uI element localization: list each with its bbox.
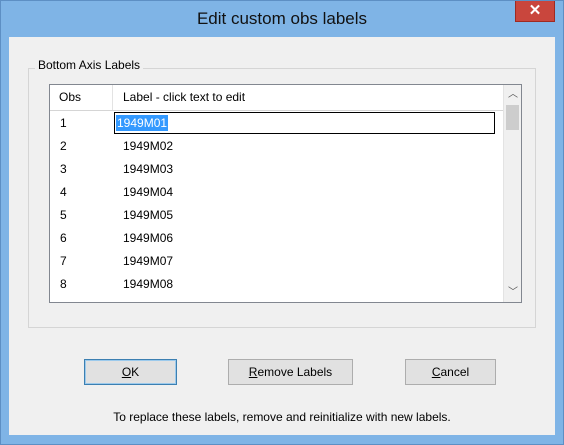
column-header-label[interactable]: Label - click text to edit [123, 90, 245, 104]
instruction-text: To replace these labels, remove and rein… [113, 410, 451, 424]
table-row[interactable]: 4 1949M04 [50, 181, 503, 204]
remove-label: emove Labels [257, 365, 333, 379]
label-cell[interactable]: 1949M07 [123, 250, 173, 273]
dialog-title: Edit custom obs labels [196, 9, 368, 28]
column-header-obs[interactable]: Obs [59, 90, 81, 104]
labels-grid: Obs Label - click text to edit 1 1949M01… [49, 84, 522, 303]
cancel-button[interactable]: Cancel [405, 359, 496, 385]
dialog-window: Edit custom obs labels ✕ Bottom Axis Lab… [0, 0, 564, 445]
label-cell[interactable]: 1949M02 [123, 135, 173, 158]
label-cell[interactable]: 1949M08 [123, 273, 173, 296]
dialog-body: Bottom Axis Labels Obs Label - click tex… [9, 37, 555, 435]
table-row[interactable]: 1 1949M01 [50, 112, 503, 135]
title-bar[interactable]: Edit custom obs labels ✕ [1, 1, 563, 37]
table-row[interactable]: 8 1949M08 [50, 273, 503, 296]
label-cell[interactable]: 1949M04 [123, 181, 173, 204]
table-row[interactable]: 7 1949M07 [50, 250, 503, 273]
label-cell[interactable]: 1949M06 [123, 227, 173, 250]
obs-cell: 1 [60, 116, 67, 130]
cancel-label: ancel [440, 365, 470, 379]
obs-cell: 5 [60, 208, 67, 222]
table-row[interactable]: 2 1949M02 [50, 135, 503, 158]
obs-cell: 6 [60, 231, 67, 245]
column-separator[interactable] [112, 85, 113, 110]
grid-header: Obs Label - click text to edit [50, 85, 503, 111]
close-button[interactable]: ✕ [515, 1, 555, 22]
label-edit-field[interactable] [114, 112, 495, 134]
table-row[interactable]: 6 1949M06 [50, 227, 503, 250]
label-cell[interactable]: 1949M05 [123, 204, 173, 227]
obs-cell: 3 [60, 162, 67, 176]
label-cell[interactable]: 1949M03 [123, 158, 173, 181]
group-label: Bottom Axis Labels [35, 58, 144, 72]
table-row[interactable]: 3 1949M03 [50, 158, 503, 181]
scroll-up-icon[interactable]: ︿ [504, 86, 521, 103]
ok-mnemonic: O [121, 365, 132, 379]
scroll-thumb[interactable] [506, 105, 519, 130]
remove-labels-button[interactable]: Remove Labels [228, 359, 353, 385]
scroll-down-icon[interactable]: ﹀ [504, 284, 521, 301]
obs-cell: 7 [60, 254, 67, 268]
grid-rows: 1 1949M01 2 1949M02 3 1949M03 4 1949M04 [50, 112, 503, 296]
table-row[interactable]: 5 1949M05 [50, 204, 503, 227]
obs-cell: 4 [60, 185, 67, 199]
obs-cell: 2 [60, 139, 67, 153]
obs-cell: 8 [60, 277, 67, 291]
vertical-scrollbar[interactable]: ︿ ﹀ [503, 85, 521, 302]
close-icon: ✕ [528, 2, 542, 19]
ok-label: K [131, 365, 140, 379]
label-cell-selected-text[interactable]: 1949M01 [116, 115, 169, 131]
ok-button[interactable]: OK [84, 359, 177, 385]
